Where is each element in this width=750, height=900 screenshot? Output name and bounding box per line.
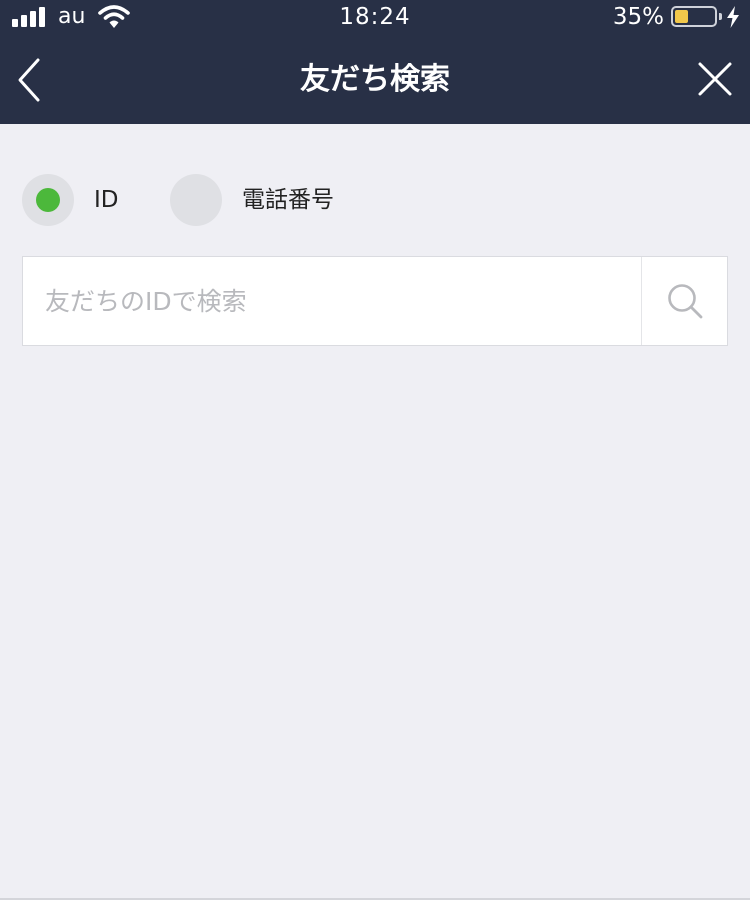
search-type-phone-radio[interactable]: 電話番号 — [170, 174, 350, 226]
charging-bolt-icon — [727, 6, 739, 28]
top-bar: au 18:24 35% 友だち検索 — [0, 0, 750, 124]
battery-icon — [671, 6, 722, 27]
radio-button-circle[interactable] — [22, 174, 74, 226]
battery-percent: 35% — [612, 4, 664, 30]
battery-level — [675, 10, 688, 23]
status-bar: au 18:24 35% — [0, 0, 750, 34]
radio-selected-dot — [36, 188, 60, 212]
search-icon — [668, 284, 703, 319]
search-type-id-radio[interactable]: ID — [22, 174, 132, 226]
radio-label-phone: 電話番号 — [242, 187, 334, 213]
search-box — [22, 256, 728, 346]
radio-button-circle[interactable] — [170, 174, 222, 226]
search-input[interactable] — [23, 257, 641, 345]
close-button[interactable] — [694, 58, 736, 100]
radio-label-id: ID — [94, 187, 119, 213]
search-button[interactable] — [642, 257, 727, 345]
page-title: 友だち検索 — [300, 62, 450, 97]
